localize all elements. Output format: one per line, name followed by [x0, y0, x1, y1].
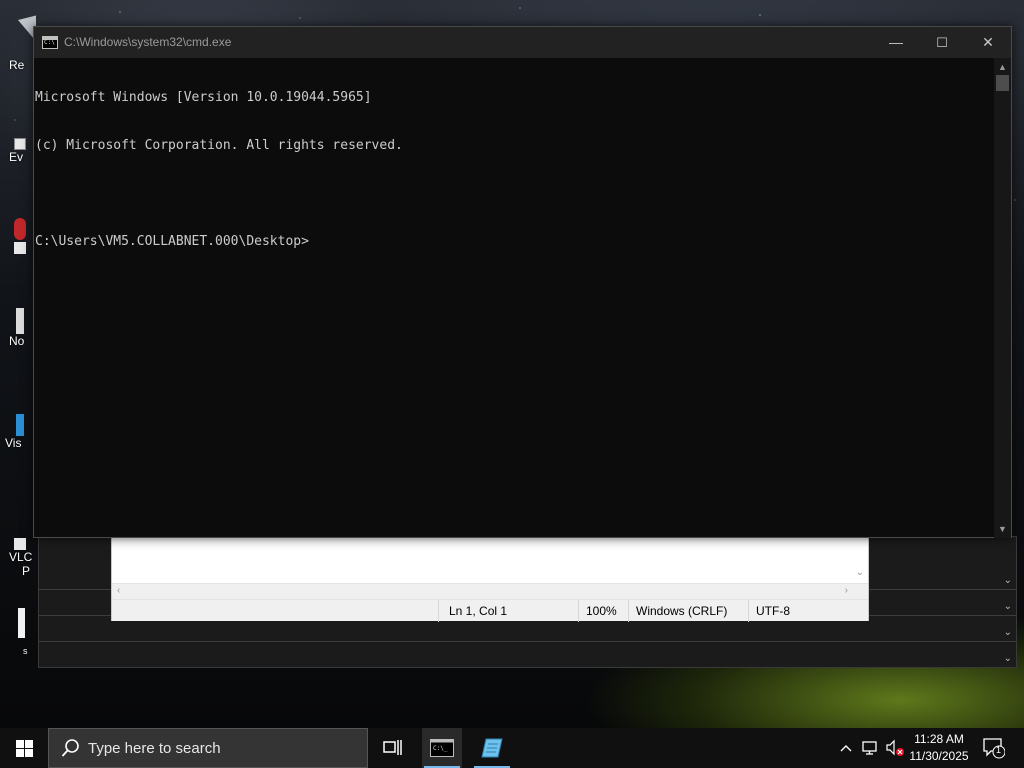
- show-hidden-icons-button[interactable]: [836, 728, 856, 768]
- taskbar-cmd-button[interactable]: C:\_: [422, 728, 462, 768]
- clock-time: 11:28 AM: [914, 732, 964, 746]
- status-line-ending: Windows (CRLF): [636, 604, 728, 618]
- desktop-icon-label: P: [22, 564, 31, 578]
- cmd-vertical-scrollbar[interactable]: ▲ ▼: [994, 58, 1011, 538]
- chevron-down-icon[interactable]: ⌄: [1004, 627, 1012, 638]
- notepad-text-area[interactable]: ⌄: [112, 537, 868, 583]
- notepad-shortcut-icon: [16, 308, 24, 334]
- status-separator: [578, 600, 579, 622]
- action-center-button[interactable]: 1: [980, 728, 1010, 768]
- cmd-console-output[interactable]: Microsoft Windows [Version 10.0.19044.59…: [34, 58, 996, 538]
- desktop-icon-label: VLC: [9, 550, 33, 564]
- console-line: (c) Microsoft Corporation. All rights re…: [35, 138, 403, 153]
- app-shortcut-icon: [14, 138, 26, 150]
- scrollbar-thumb[interactable]: [996, 75, 1009, 91]
- chevron-up-icon: [840, 745, 852, 752]
- scroll-down-icon[interactable]: ▼: [994, 522, 1011, 536]
- desktop-icon-label: s: [23, 646, 28, 656]
- status-encoding: UTF-8: [756, 604, 790, 618]
- status-position: Ln 1, Col 1: [449, 604, 508, 618]
- network-status-button[interactable]: [860, 728, 882, 768]
- console-prompt[interactable]: C:\Users\VM5.COLLABNET.000\Desktop>: [35, 234, 996, 250]
- app-shortcut-icon: [14, 218, 26, 240]
- maximize-button[interactable]: ☐: [919, 27, 965, 58]
- network-icon: [862, 741, 877, 755]
- volume-button[interactable]: [884, 728, 906, 768]
- scroll-down-icon[interactable]: ⌄: [856, 567, 864, 578]
- desktop-icon-ev[interactable]: Ev: [0, 138, 36, 164]
- search-icon: [61, 739, 79, 757]
- scroll-left-icon[interactable]: ‹: [117, 585, 120, 596]
- minimize-button[interactable]: —: [873, 27, 919, 58]
- desktop-icon-label: Vis: [5, 436, 22, 450]
- shortcut-arrow-icon: [14, 242, 26, 254]
- cmd-taskbar-icon: C:\_: [430, 739, 454, 757]
- volume-muted-icon: [886, 739, 904, 756]
- notification-count-badge: 1: [996, 745, 1002, 755]
- status-zoom: 100%: [586, 604, 617, 618]
- desktop-icon-label: No: [9, 334, 25, 348]
- task-view-icon: [383, 740, 402, 755]
- search-placeholder: Type here to search: [88, 740, 221, 757]
- desktop-icon-app[interactable]: [0, 218, 36, 254]
- windows-logo-icon: [16, 740, 33, 757]
- scroll-up-icon[interactable]: ▲: [994, 60, 1011, 74]
- taskbar: Type here to search C:\_ 11:28 AM 11/30/…: [0, 728, 1024, 768]
- notepad-status-bar: Ln 1, Col 1 100% Windows (CRLF) UTF-8: [112, 599, 868, 622]
- desktop-icon-visual-studio[interactable]: Vis: [0, 414, 36, 450]
- notepad-taskbar-icon: [481, 738, 503, 758]
- divider: [39, 641, 1016, 642]
- notepad-window[interactable]: ⌄ ‹ › Ln 1, Col 1 100% Windows (CRLF) UT…: [111, 536, 869, 622]
- desktop-icon-label: Ev: [9, 150, 24, 164]
- notification-icon: [983, 738, 1005, 759]
- taskbar-notepad-button[interactable]: [472, 728, 512, 768]
- cmd-window[interactable]: C:\Windows\system32\cmd.exe — ☐ ✕ Micros…: [33, 26, 1012, 538]
- chevron-down-icon[interactable]: ⌄: [1004, 601, 1012, 612]
- taskbar-clock[interactable]: 11:28 AM 11/30/2025: [904, 731, 974, 765]
- cmd-window-title: C:\Windows\system32\cmd.exe: [64, 35, 232, 49]
- status-separator: [628, 600, 629, 622]
- desktop-icon-vlc[interactable]: VLC P: [0, 538, 36, 578]
- horizontal-scrollbar[interactable]: ‹ ›: [112, 583, 868, 599]
- taskbar-search-box[interactable]: Type here to search: [48, 728, 368, 768]
- desktop-icon-s[interactable]: s: [0, 608, 36, 656]
- desktop-icon-recycle-bin[interactable]: Re: [0, 6, 50, 72]
- status-separator: [438, 600, 439, 622]
- task-view-button[interactable]: [372, 728, 412, 768]
- start-button[interactable]: [0, 728, 48, 768]
- close-button[interactable]: ✕: [965, 27, 1011, 58]
- cmd-app-icon[interactable]: [42, 36, 58, 49]
- cmd-title-bar[interactable]: C:\Windows\system32\cmd.exe — ☐ ✕: [34, 27, 1011, 58]
- console-line: Microsoft Windows [Version 10.0.19044.59…: [35, 90, 372, 105]
- desktop-icon-label: Re: [9, 58, 25, 72]
- desktop-icon-notepad[interactable]: No: [0, 308, 36, 348]
- status-separator: [748, 600, 749, 622]
- chevron-down-icon[interactable]: ⌄: [1004, 653, 1012, 664]
- svg-text:C:\_: C:\_: [433, 745, 448, 752]
- scroll-right-icon[interactable]: ›: [845, 585, 848, 596]
- recycle-bin-icon: [18, 12, 50, 46]
- visual-studio-shortcut-icon: [16, 414, 24, 436]
- app-shortcut-icon: [18, 608, 25, 638]
- clock-date: 11/30/2025: [909, 749, 969, 763]
- vlc-shortcut-icon: [14, 538, 26, 550]
- chevron-down-icon[interactable]: ⌄: [1004, 575, 1012, 586]
